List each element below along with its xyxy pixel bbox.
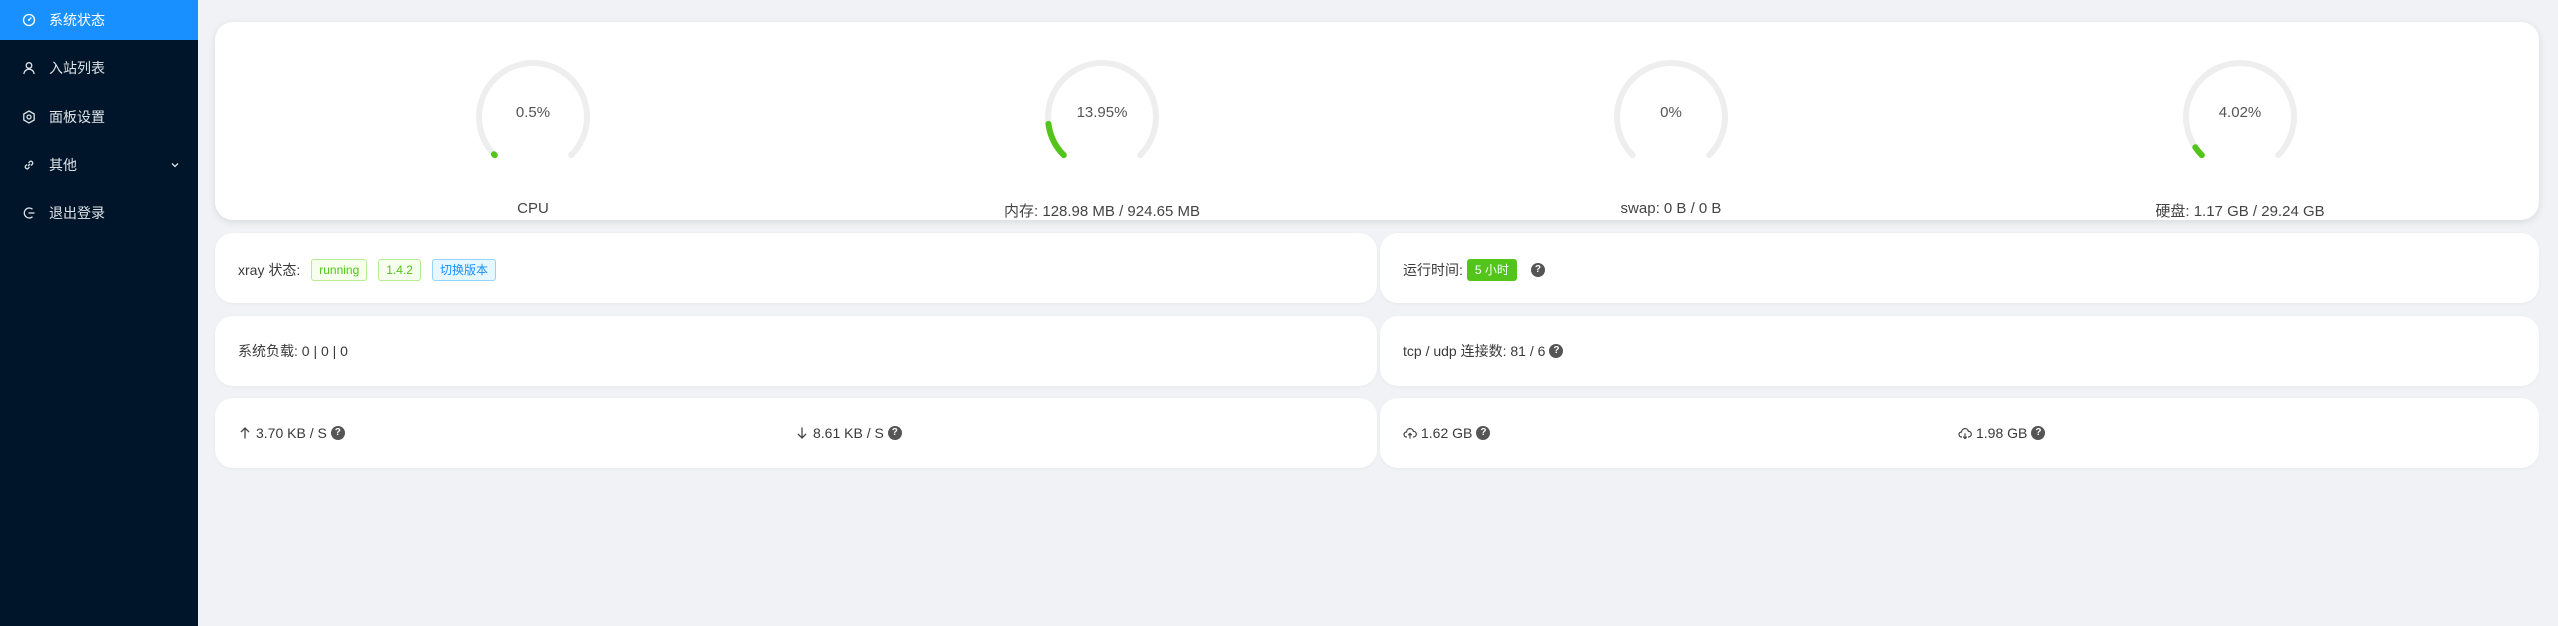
system-load-label: 系统负载: — [238, 343, 298, 359]
uptime-card: 运行时间: 5 小时 ? — [1380, 233, 2539, 303]
gauge-fill — [1045, 120, 1067, 159]
dashboard-icon — [22, 13, 36, 27]
cpu-gauge-value: 0.5% — [515, 104, 551, 121]
swap-gauge-value: 0% — [1660, 104, 1682, 121]
logout-icon — [23, 207, 35, 219]
swap-gauge: 0% swap: 0 B / 0 B — [1466, 54, 1866, 217]
gauge-fill — [490, 151, 498, 159]
upload-speed-value: 3.70 KB / S — [256, 425, 327, 441]
sidebar-item-others[interactable]: 其他 — [0, 145, 198, 185]
cpu-gauge: 0.5% CPU — [328, 54, 728, 217]
speed-card: 3.70 KB / S ? 8.61 KB / S ? — [215, 398, 1377, 468]
memory-gauge-value: 13.95% — [1076, 104, 1128, 121]
uptime-help-icon[interactable]: ? — [1530, 263, 1545, 277]
total-sent-help-icon[interactable]: ? — [1476, 426, 1491, 440]
sidebar-item-inbound-list[interactable]: 入站列表 — [0, 48, 198, 88]
xray-status-label: xray 状态: — [238, 262, 301, 278]
xray-status-card: xray 状态: running 1.4.2 切换版本 — [215, 233, 1377, 303]
total-sent-value: 1.62 GB — [1421, 425, 1473, 441]
cloud-download-icon — [1958, 428, 1972, 440]
memory-gauge: 13.95% 内存: 128.98 MB / 924.65 MB — [897, 54, 1297, 220]
download-speed-help-icon[interactable]: ? — [887, 426, 902, 440]
sidebar-item-label: 面板设置 — [49, 109, 105, 125]
arrow-up-icon — [240, 427, 250, 439]
sidebar-item-system-status[interactable]: 系统状态 — [0, 0, 198, 40]
connections-label: tcp / udp 连接数: — [1403, 343, 1507, 359]
user-icon — [23, 62, 35, 75]
chevron-down-icon — [171, 163, 179, 168]
switch-version-button[interactable]: 切换版本 — [431, 259, 496, 281]
disk-gauge-label: 硬盘: 1.17 GB / 29.24 GB — [2155, 203, 2325, 220]
uptime-badge: 5 小时 — [1466, 259, 1517, 281]
connections-help-icon[interactable]: ? — [1549, 344, 1564, 358]
disk-gauge-value: 4.02% — [2218, 104, 2262, 121]
cloud-upload-icon — [1403, 428, 1417, 439]
sidebar-item-label: 系统状态 — [49, 12, 105, 28]
sidebar-item-label: 入站列表 — [49, 60, 105, 76]
memory-gauge-label: 内存: 128.98 MB / 924.65 MB — [1004, 203, 1200, 220]
xray-running-badge: running — [311, 259, 368, 281]
sidebar-item-logout[interactable]: 退出登录 — [0, 193, 198, 233]
system-load-value: 0 | 0 | 0 — [301, 343, 348, 359]
total-received-help-icon[interactable]: ? — [2031, 426, 2046, 440]
connections-card: tcp / udp 连接数: 81 / 6 ? — [1380, 316, 2539, 386]
sidebar: 系统状态 入站列表 面板设置 其他 退出登录 — [0, 0, 198, 626]
xray-version-badge: 1.4.2 — [378, 259, 421, 281]
swap-gauge-label: swap: 0 B / 0 B — [1620, 200, 1722, 217]
sidebar-item-panel-settings[interactable]: 面板设置 — [0, 97, 198, 137]
system-load-card: 系统负载: 0 | 0 | 0 — [215, 316, 1377, 386]
link-icon — [24, 160, 34, 170]
disk-gauge: 4.02% 硬盘: 1.17 GB / 29.24 GB — [2035, 54, 2435, 220]
traffic-total-card: 1.62 GB ? 1.98 GB ? — [1380, 398, 2539, 468]
uptime-label: 运行时间: — [1403, 262, 1463, 278]
gauge-fill — [2192, 144, 2205, 159]
upload-speed-help-icon[interactable]: ? — [330, 426, 345, 440]
cpu-gauge-label: CPU — [517, 200, 549, 217]
download-speed-value: 8.61 KB / S — [813, 425, 884, 441]
sidebar-item-label: 其他 — [49, 157, 77, 173]
gear-icon — [23, 110, 35, 124]
total-received-value: 1.98 GB — [1976, 425, 2028, 441]
system-gauges-card: 0.5% CPU 13.95% 内存: 128.98 MB / 924.65 M… — [215, 22, 2539, 220]
sidebar-item-label: 退出登录 — [49, 205, 105, 221]
connections-value: 81 / 6 — [1510, 343, 1546, 359]
arrow-down-icon — [797, 427, 807, 439]
